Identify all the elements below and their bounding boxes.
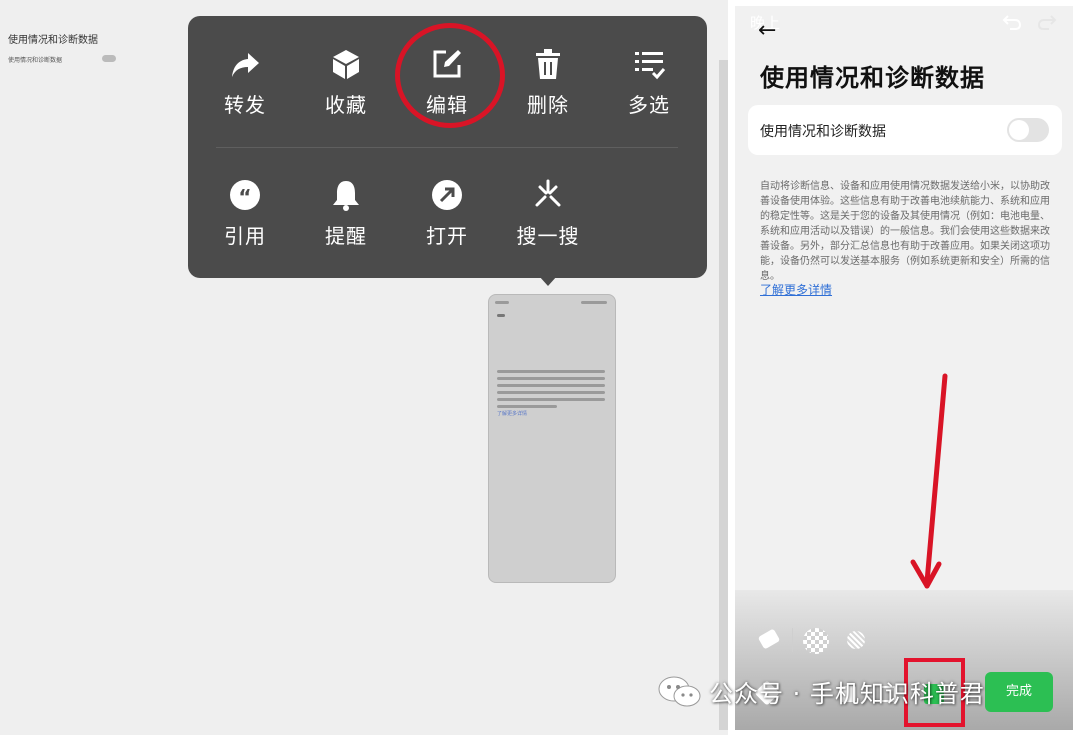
thumb-text-line — [497, 405, 557, 408]
panel-divider — [719, 60, 728, 730]
redo-icon[interactable] — [1037, 13, 1057, 31]
menu-item-label: 删除 — [527, 93, 569, 117]
menu-item-delete[interactable]: 删除 — [503, 47, 593, 147]
watermark-text: 公众号 · 手机知识科普君 — [709, 680, 985, 708]
menu-item-open[interactable]: 打开 — [402, 178, 492, 278]
blur-pattern-icon[interactable] — [847, 631, 865, 649]
menu-item-favorite[interactable]: 收藏 — [301, 47, 391, 147]
menu-item-label: 引用 — [224, 224, 266, 248]
quote-icon: “ — [230, 180, 260, 210]
setting-label: 使用情况和诊断数据 — [760, 124, 886, 140]
thumb-status-icons — [581, 301, 607, 304]
edit-highlight-circle — [395, 23, 505, 128]
menu-item-multiselect[interactable]: 多选 — [604, 47, 694, 147]
menu-item-search[interactable]: 搜一搜 — [503, 178, 593, 278]
thumb-back-arrow — [497, 314, 505, 317]
toolbar-divider — [792, 628, 793, 652]
menu-item-label: 转发 — [224, 93, 266, 117]
thumb-setting-label: 使用情况和诊断数据 — [8, 57, 63, 64]
trash-icon — [536, 49, 560, 79]
menu-item-label: 打开 — [426, 224, 468, 248]
page-title: 使用情况和诊断数据 — [760, 64, 985, 92]
menu-item-remind[interactable]: 提醒 — [301, 178, 391, 278]
image-message-thumbnail[interactable] — [488, 294, 616, 583]
menu-row-divider — [216, 147, 678, 148]
thumb-title: 使用情况和诊断数据 — [8, 35, 98, 46]
search-spark-icon — [535, 179, 561, 207]
mosaic-pattern-icon[interactable] — [803, 628, 829, 654]
thumb-toggle — [102, 55, 116, 62]
svg-text:“: “ — [238, 185, 251, 209]
learn-more-link[interactable]: 了解更多详情 — [760, 281, 832, 298]
menu-item-label: 提醒 — [325, 224, 367, 248]
thumb-text-line — [497, 391, 605, 394]
thumb-text-line — [497, 398, 605, 401]
menu-item-forward[interactable]: 转发 — [200, 47, 290, 147]
open-icon — [432, 180, 462, 210]
cube-icon — [333, 50, 359, 79]
menu-item-label: 多选 — [628, 93, 670, 117]
thumb-text-line — [497, 384, 605, 387]
thumb-text-line — [497, 370, 605, 373]
setting-description: 自动将诊断信息、设备和应用使用情况数据发送给小米，以协助改善设备使用体验。这些信… — [760, 181, 1050, 282]
back-arrow-icon[interactable]: ← — [758, 18, 776, 43]
annotation-arrow — [910, 373, 948, 589]
multi-select-icon — [635, 52, 666, 80]
done-button[interactable]: 完成 — [985, 672, 1053, 712]
thumb-status-bar — [495, 301, 509, 304]
thumb-text-line — [497, 377, 605, 380]
share-arrow-icon — [232, 53, 259, 77]
wechat-icon — [658, 676, 701, 707]
bell-icon — [333, 181, 359, 211]
menu-item-label: 搜一搜 — [516, 224, 580, 248]
thumb-learn-more: 了解更多详情 — [497, 411, 528, 417]
menu-item-label: 收藏 — [325, 93, 367, 117]
toggle-knob — [1009, 120, 1029, 140]
menu-item-quote[interactable]: “ 引用 — [200, 178, 290, 278]
undo-icon[interactable] — [1002, 13, 1022, 31]
